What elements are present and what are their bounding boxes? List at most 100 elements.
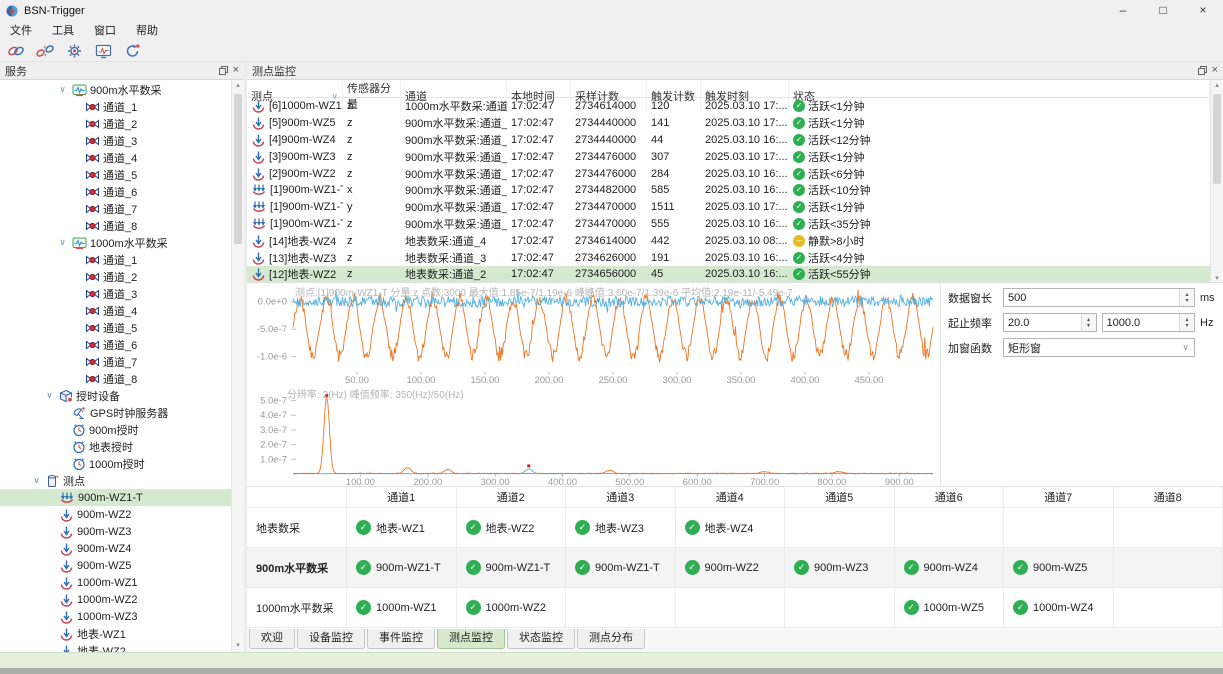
window-function-select[interactable]: 矩形窗∨ (1003, 338, 1195, 357)
close-button[interactable]: × (1183, 0, 1223, 22)
table-row[interactable]: [5]900m-WZ5z900m水平数采:通道_717:02:472734440… (247, 115, 1210, 132)
grid-cell[interactable]: ✓900m-WZ2 (676, 548, 786, 588)
toolbar-disconnect-button[interactable] (32, 40, 58, 61)
table-row[interactable]: [1]900m-WZ1-Tx900m水平数采:通道_117:02:4727344… (247, 182, 1210, 199)
grid-cell[interactable]: ✓900m-WZ3 (785, 548, 895, 588)
tree-item[interactable]: 通道_2 (0, 268, 244, 285)
tree-item[interactable]: 地表-WZ2 (0, 642, 244, 652)
spinner-icon[interactable]: ▴▾ (1179, 289, 1194, 306)
grid-cell[interactable]: ✓地表-WZ2 (457, 508, 567, 548)
grid-cell[interactable] (1114, 588, 1223, 628)
table-row[interactable]: [1]900m-WZ1-Ty900m水平数采:通道_217:02:4727344… (247, 199, 1210, 216)
grid-cell[interactable]: ✓900m-WZ5 (1004, 548, 1114, 588)
tree-item[interactable]: 地表授时 (0, 438, 244, 455)
tree-item[interactable]: 1000m授时 (0, 455, 244, 472)
tree-item[interactable]: 900m-WZ4 (0, 540, 244, 557)
tab-0[interactable]: 欢迎 (249, 629, 295, 649)
tree-item[interactable]: 通道_3 (0, 285, 244, 302)
scroll-thumb[interactable] (234, 94, 242, 244)
tree-item[interactable]: 通道_4 (0, 149, 244, 166)
close-icon[interactable]: × (1212, 66, 1218, 75)
tree-item[interactable]: 1000m-WZ2 (0, 591, 244, 608)
grid-cell[interactable]: ✓900m-WZ1-T (347, 548, 457, 588)
close-icon[interactable]: × (233, 66, 239, 75)
scroll-up-icon[interactable]: ▴ (232, 80, 244, 92)
tree-item[interactable]: 900m-WZ1-T (0, 489, 244, 506)
sidebar-scrollbar[interactable]: ▴ ▾ (231, 80, 244, 652)
grid-cell[interactable] (566, 588, 676, 628)
menu-item-1[interactable]: 工具 (42, 22, 84, 40)
menu-item-2[interactable]: 窗口 (84, 22, 126, 40)
grid-cell[interactable]: ✓地表-WZ3 (566, 508, 676, 548)
table-scrollbar[interactable]: ▴ ▾ (1210, 80, 1223, 282)
tree-item[interactable]: 通道_3 (0, 132, 244, 149)
tree-item[interactable]: ∨测点 (0, 472, 244, 489)
tree-item[interactable]: 通道_8 (0, 370, 244, 387)
tab-4[interactable]: 状态监控 (507, 629, 575, 649)
grid-cell[interactable] (1114, 548, 1223, 588)
table-row[interactable]: [6]1000m-WZ1z1000m水平数采:通道_117:02:4727346… (247, 98, 1210, 115)
toolbar-refresh-button[interactable] (119, 40, 145, 61)
tree-item[interactable]: 通道_7 (0, 200, 244, 217)
tab-2[interactable]: 事件监控 (367, 629, 435, 649)
tab-1[interactable]: 设备监控 (297, 629, 365, 649)
grid-cell[interactable] (676, 588, 786, 628)
tree-item[interactable]: 通道_8 (0, 217, 244, 234)
table-row[interactable]: [3]900m-WZ3z900m水平数采:通道_517:02:472734476… (247, 148, 1210, 165)
tree-item[interactable]: 通道_5 (0, 166, 244, 183)
grid-cell[interactable] (895, 508, 1005, 548)
tree-item[interactable]: 通道_5 (0, 319, 244, 336)
tree-item[interactable]: 通道_6 (0, 183, 244, 200)
spinner-icon[interactable]: ▴▾ (1081, 314, 1096, 331)
tree-item[interactable]: 900m-WZ5 (0, 557, 244, 574)
grid-cell[interactable]: ✓1000m-WZ4 (1004, 588, 1114, 628)
tree-item[interactable]: 900m授时 (0, 421, 244, 438)
tree-item[interactable]: 1000m-WZ1 (0, 574, 244, 591)
grid-cell[interactable]: ✓地表-WZ4 (676, 508, 786, 548)
tree-item[interactable]: ∨900m水平数采 (0, 81, 244, 98)
grid-cell[interactable] (1114, 508, 1223, 548)
table-row[interactable]: [13]地表-WZ3z地表数采:通道_317:02:47273462600019… (247, 249, 1210, 266)
minimize-button[interactable]: – (1103, 0, 1143, 22)
tree-item[interactable]: 通道_1 (0, 251, 244, 268)
grid-cell[interactable]: ✓900m-WZ4 (895, 548, 1005, 588)
table-row[interactable]: [4]900m-WZ4z900m水平数采:通道_617:02:472734440… (247, 132, 1210, 149)
tree-item[interactable]: 900m-WZ2 (0, 506, 244, 523)
grid-cell[interactable] (1004, 508, 1114, 548)
tree-item[interactable]: 1000m-WZ3 (0, 608, 244, 625)
toolbar-monitor-button[interactable] (90, 40, 116, 61)
tree-item[interactable]: 通道_1 (0, 98, 244, 115)
tab-5[interactable]: 测点分布 (577, 629, 645, 649)
grid-cell[interactable]: ✓1000m-WZ1 (347, 588, 457, 628)
scroll-thumb[interactable] (1213, 94, 1221, 184)
grid-cell[interactable] (785, 508, 895, 548)
table-row[interactable]: [12]地表-WZ2z地表数采:通道_217:02:47273465600045… (247, 266, 1210, 283)
tree-item[interactable]: ∨1000m水平数采 (0, 234, 244, 251)
grid-cell[interactable]: ✓1000m-WZ5 (895, 588, 1005, 628)
table-row[interactable]: [1]900m-WZ1-Tz900m水平数采:通道_317:02:4727344… (247, 216, 1210, 233)
menu-item-3[interactable]: 帮助 (126, 22, 168, 40)
tree-item[interactable]: GPS时钟服务器 (0, 404, 244, 421)
table-row[interactable]: [2]900m-WZ2z900m水平数采:通道_417:02:472734476… (247, 165, 1210, 182)
tree-item[interactable]: 通道_6 (0, 336, 244, 353)
grid-cell[interactable]: ✓1000m-WZ2 (457, 588, 567, 628)
tab-3[interactable]: 测点监控 (437, 629, 505, 649)
grid-cell[interactable]: ✓地表-WZ1 (347, 508, 457, 548)
table-row[interactable]: [14]地表-WZ4z地表数采:通道_417:02:47273461400044… (247, 232, 1210, 249)
toolbar-connect-button[interactable] (3, 40, 29, 61)
grid-cell[interactable]: ✓900m-WZ1-T (566, 548, 676, 588)
toolbar-settings-button[interactable] (61, 40, 87, 61)
tree-item[interactable]: ∨授时设备 (0, 387, 244, 404)
menu-item-0[interactable]: 文件 (0, 22, 42, 40)
maximize-button[interactable]: □ (1143, 0, 1183, 22)
spin-field[interactable]: 1000.0▴▾ (1102, 313, 1196, 332)
scroll-down-icon[interactable]: ▾ (232, 640, 244, 652)
scroll-up-icon[interactable]: ▴ (1211, 80, 1223, 92)
float-icon[interactable] (219, 66, 228, 75)
scroll-down-icon[interactable]: ▾ (1211, 274, 1223, 282)
spinner-icon[interactable]: ▴▾ (1179, 314, 1194, 331)
float-icon[interactable] (1198, 66, 1207, 75)
tree-item[interactable]: 通道_4 (0, 302, 244, 319)
tree-item[interactable]: 通道_2 (0, 115, 244, 132)
grid-cell[interactable]: ✓900m-WZ1-T (457, 548, 567, 588)
